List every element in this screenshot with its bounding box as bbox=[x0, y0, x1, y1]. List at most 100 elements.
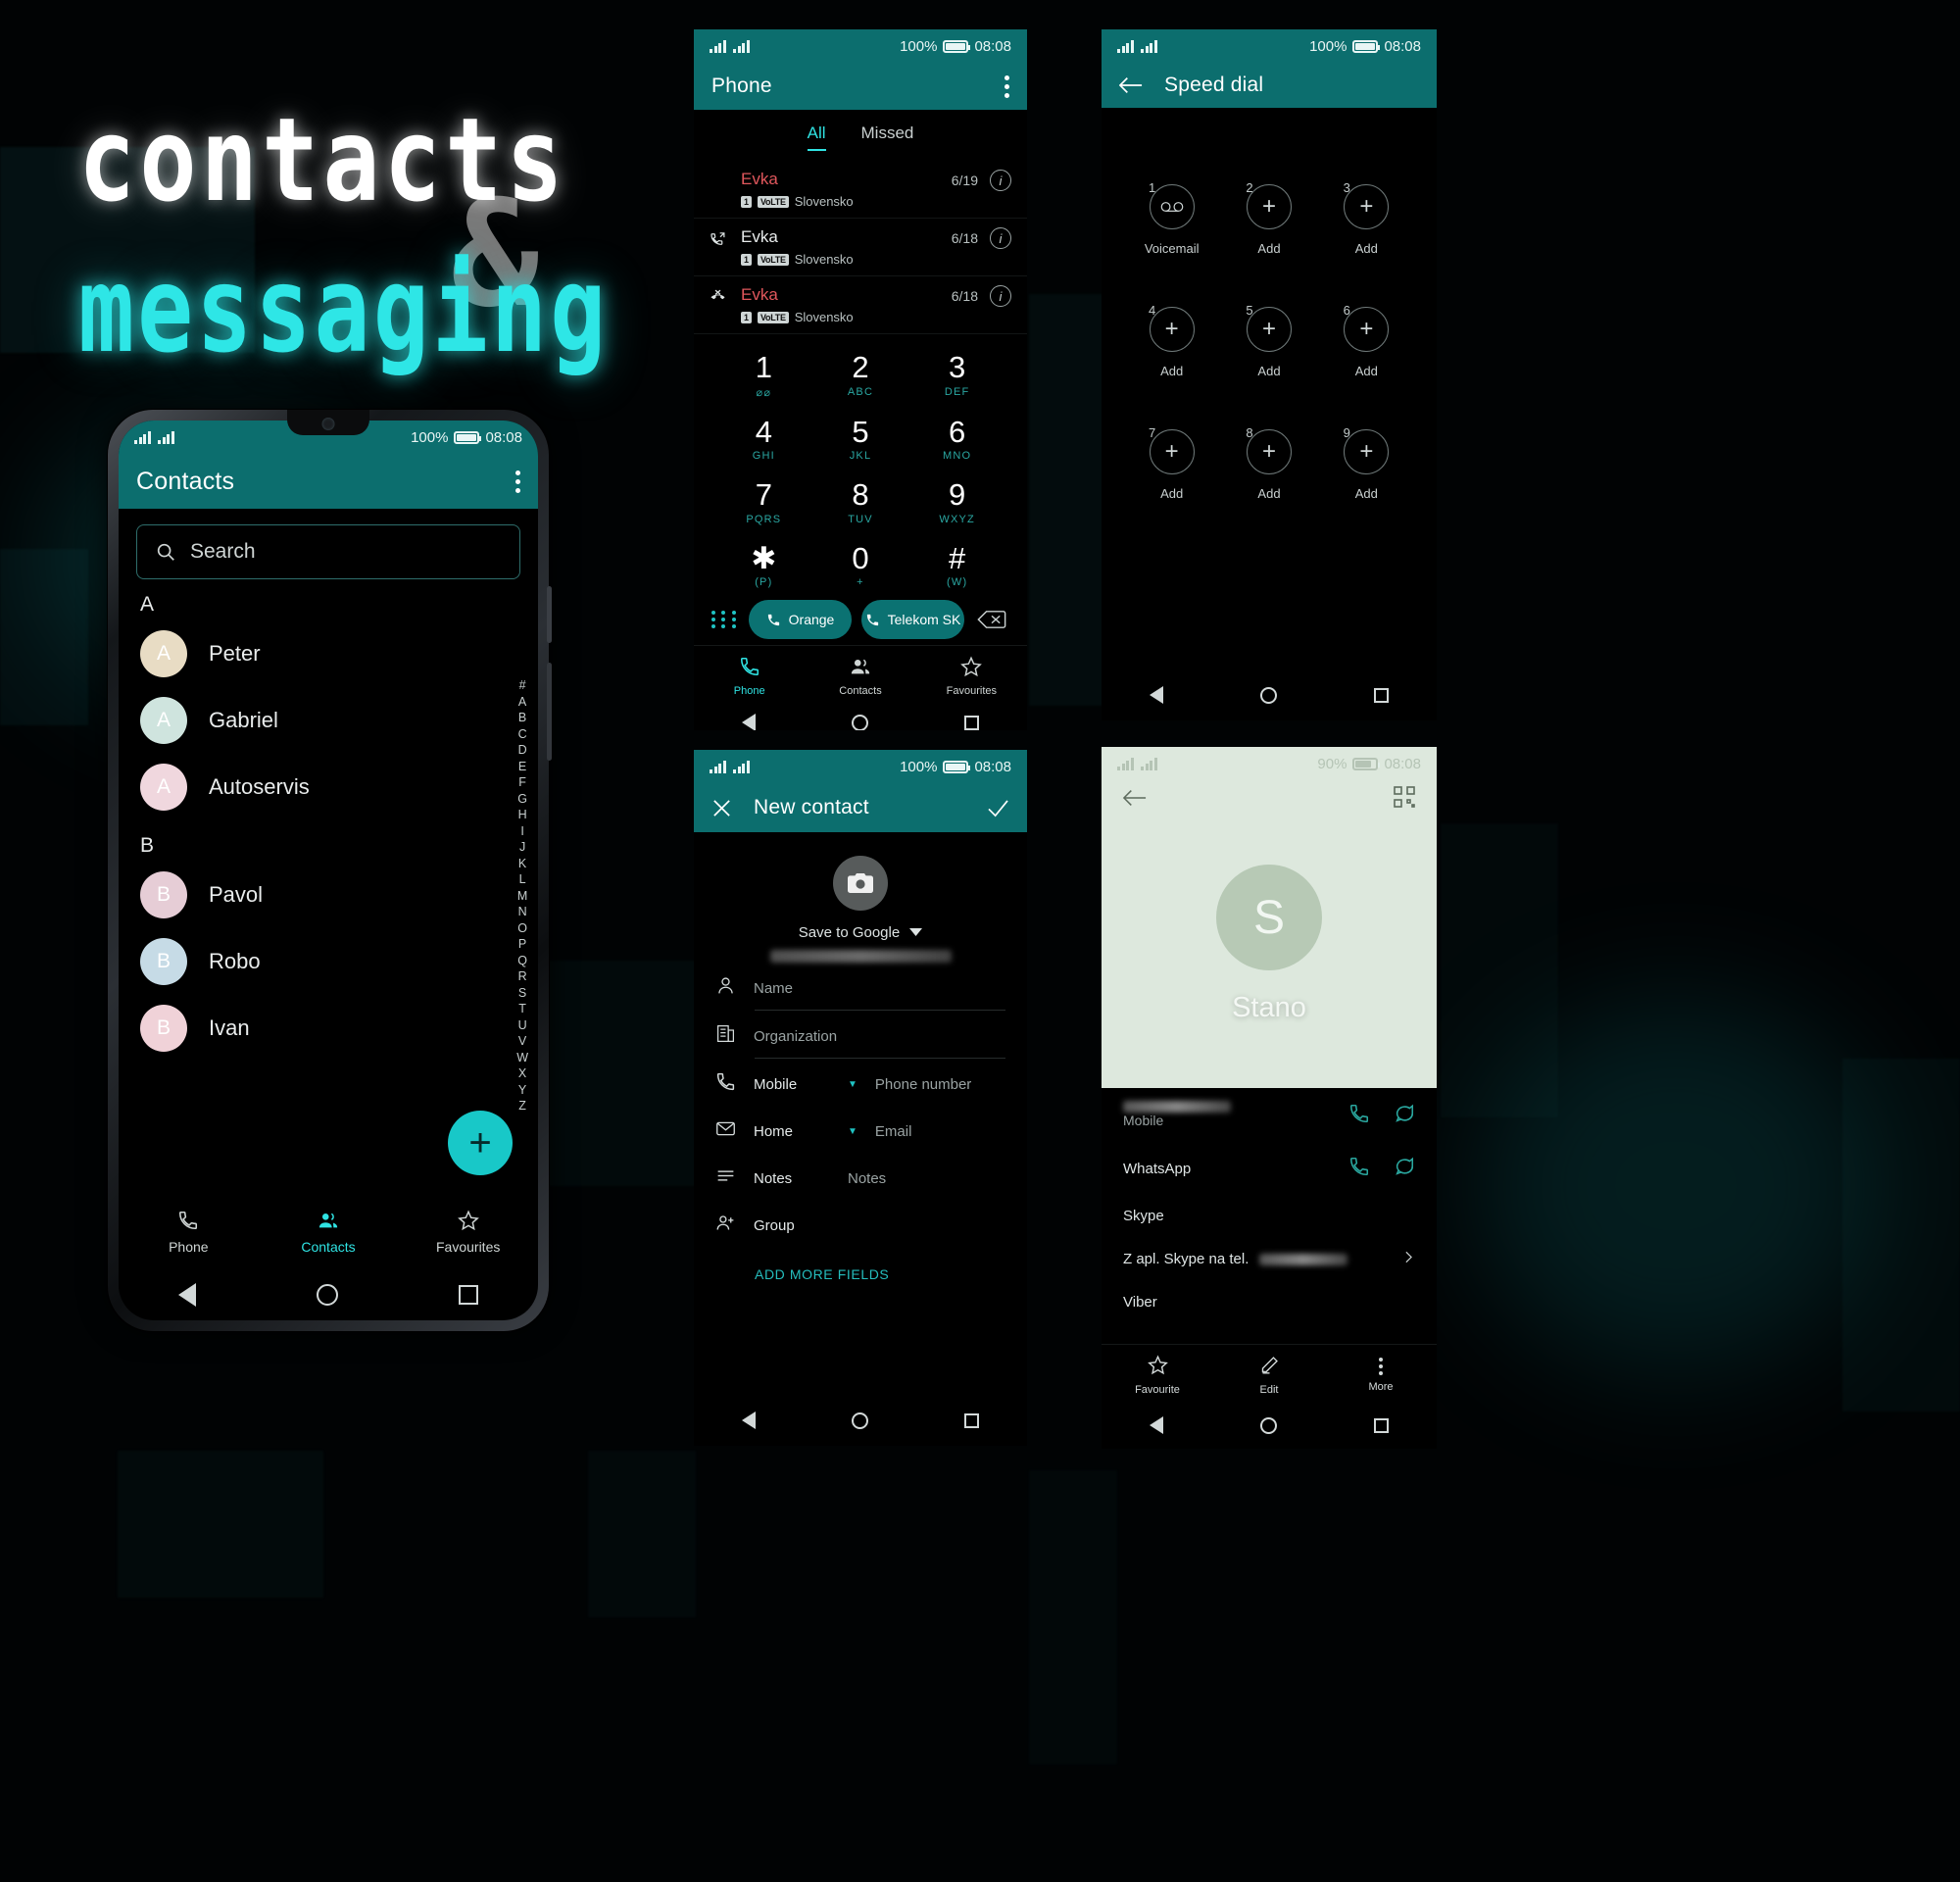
detail-row[interactable]: Z apl. Skype na tel. bbox=[1102, 1238, 1437, 1281]
call-icon[interactable] bbox=[1348, 1156, 1370, 1182]
home-icon[interactable] bbox=[316, 1284, 338, 1306]
call-action-bar[interactable]: Orange Telekom SK bbox=[694, 592, 1027, 645]
dialpad[interactable]: 1 ⌀⌀ 2 ABC 3 DEF 4 GHI 5 JKL 6 MNO 7 PQRS 8 TUV… bbox=[694, 334, 1027, 592]
call-icon[interactable] bbox=[1348, 1103, 1370, 1129]
dialpad-key-4[interactable]: 4 GHI bbox=[715, 413, 812, 467]
save-account-selector[interactable]: Save to Google bbox=[694, 924, 1027, 941]
back-arrow-icon[interactable] bbox=[1122, 786, 1147, 814]
speed-dial-slot-3[interactable]: 3 + Add bbox=[1318, 180, 1415, 256]
alpha-index-letter[interactable]: T bbox=[518, 1001, 526, 1017]
field-row[interactable]: Group bbox=[694, 1200, 1027, 1247]
plus-icon[interactable]: + bbox=[1246, 307, 1292, 352]
add-more-fields-button[interactable]: ADD MORE FIELDS bbox=[694, 1247, 1027, 1282]
field-row[interactable]: Notes Notes bbox=[694, 1153, 1027, 1200]
call-log-row[interactable]: Evka 1 VoLTE Slovensko 6/18 i bbox=[694, 276, 1027, 334]
call-log-list[interactable]: Evka 1 VoLTE Slovensko 6/19 i Evka 1 VoL… bbox=[694, 161, 1027, 334]
alpha-index-letter[interactable]: P bbox=[518, 936, 526, 953]
alpha-index-letter[interactable]: O bbox=[517, 920, 527, 937]
alpha-index-letter[interactable]: R bbox=[518, 968, 527, 985]
alphabet-index[interactable]: # A B C D E F G H I J K L M N O P Q R S T U V W X Y Z bbox=[516, 677, 528, 1114]
call-button-orange[interactable]: Orange bbox=[749, 600, 852, 640]
back-icon[interactable] bbox=[742, 714, 756, 730]
detail-row[interactable]: Mobile bbox=[1102, 1088, 1437, 1143]
nav-item-contacts[interactable]: Contacts bbox=[805, 656, 915, 697]
contact-list-item[interactable]: A Autoservis bbox=[119, 754, 538, 820]
dialpad-key-5[interactable]: 5 JKL bbox=[812, 413, 909, 467]
speed-dial-slot-2[interactable]: 2 + Add bbox=[1220, 180, 1317, 256]
alpha-index-letter[interactable]: G bbox=[517, 791, 527, 808]
speed-dial-slot-9[interactable]: 9 + Add bbox=[1318, 425, 1415, 501]
contact-actions-bar[interactable]: Favourite Edit More bbox=[1102, 1344, 1437, 1402]
speed-dial-slot-8[interactable]: 8 + Add bbox=[1220, 425, 1317, 501]
alpha-index-letter[interactable]: Y bbox=[518, 1082, 526, 1099]
call-log-tabs[interactable]: All Missed bbox=[694, 110, 1027, 161]
back-icon[interactable] bbox=[178, 1283, 197, 1307]
field-row[interactable]: Mobile ▼ Phone number bbox=[694, 1059, 1027, 1106]
recents-icon[interactable] bbox=[1373, 687, 1389, 703]
dialpad-key-3[interactable]: 3 DEF bbox=[908, 348, 1005, 403]
alpha-index-letter[interactable]: Q bbox=[517, 953, 527, 969]
nav-item-contacts[interactable]: Contacts bbox=[259, 1210, 399, 1255]
alpha-index-letter[interactable]: I bbox=[520, 823, 523, 840]
contacts-list[interactable]: AA Peter A Gabriel A Autoservis B B Pavol B R… bbox=[119, 579, 538, 1062]
field-row[interactable]: Name bbox=[694, 963, 1027, 1010]
bottom-navigation[interactable]: Phone Contacts Favourites bbox=[694, 645, 1027, 703]
detail-row[interactable]: Skype bbox=[1102, 1195, 1437, 1238]
alpha-index-letter[interactable]: C bbox=[518, 726, 527, 743]
alpha-index-letter[interactable]: M bbox=[517, 888, 527, 905]
field-row[interactable]: Organization bbox=[694, 1011, 1027, 1058]
contact-list-item[interactable]: B Pavol bbox=[119, 862, 538, 928]
dialpad-key-✱[interactable]: ✱ (P) bbox=[715, 539, 812, 593]
alpha-index-letter[interactable]: Z bbox=[518, 1098, 526, 1114]
speed-dial-slot-7[interactable]: 7 + Add bbox=[1123, 425, 1220, 501]
plus-icon[interactable]: + bbox=[1344, 307, 1390, 352]
speed-dial-slot-6[interactable]: 6 + Add bbox=[1318, 303, 1415, 378]
alpha-index-letter[interactable]: A bbox=[518, 694, 526, 711]
detail-row[interactable]: WhatsApp bbox=[1102, 1143, 1437, 1195]
alpha-index-letter[interactable]: K bbox=[518, 856, 526, 872]
speed-dial-slot-5[interactable]: 5 + Add bbox=[1220, 303, 1317, 378]
alpha-index-letter[interactable]: E bbox=[518, 759, 526, 775]
system-navigation-bar[interactable] bbox=[119, 1269, 538, 1320]
dialpad-key-7[interactable]: 7 PQRS bbox=[715, 475, 812, 529]
back-icon[interactable] bbox=[742, 1412, 756, 1429]
alpha-index-letter[interactable]: N bbox=[518, 904, 527, 920]
alpha-index-letter[interactable]: S bbox=[518, 985, 526, 1002]
field-row[interactable]: Home ▼ Email bbox=[694, 1106, 1027, 1153]
recents-icon[interactable] bbox=[964, 1412, 979, 1428]
nav-item-phone[interactable]: Phone bbox=[119, 1210, 259, 1255]
new-contact-fields[interactable]: Name Organization Mobile ▼ Phone number … bbox=[694, 963, 1027, 1247]
close-icon[interactable] bbox=[711, 798, 732, 818]
dialpad-key-1[interactable]: 1 ⌀⌀ bbox=[715, 348, 812, 403]
dialpad-key-2[interactable]: 2 ABC bbox=[812, 348, 909, 403]
dialpad-key-#[interactable]: # (W) bbox=[908, 539, 1005, 593]
save-check-icon[interactable] bbox=[987, 799, 1009, 817]
voicemail-icon[interactable] bbox=[1149, 184, 1195, 229]
system-navigation-bar[interactable] bbox=[1102, 675, 1437, 715]
tab-all[interactable]: All bbox=[807, 124, 826, 151]
home-icon[interactable] bbox=[852, 714, 868, 730]
alpha-index-letter[interactable]: V bbox=[518, 1033, 526, 1050]
bottom-navigation[interactable]: Phone Contacts Favourites bbox=[119, 1195, 538, 1269]
keypad-icon[interactable] bbox=[711, 611, 739, 629]
search-input[interactable]: Search bbox=[136, 524, 520, 579]
tab-missed[interactable]: Missed bbox=[861, 124, 914, 151]
recents-icon[interactable] bbox=[964, 715, 979, 730]
alpha-index-letter[interactable]: J bbox=[519, 839, 525, 856]
dialpad-key-0[interactable]: 0 + bbox=[812, 539, 909, 593]
plus-icon[interactable]: + bbox=[1149, 307, 1195, 352]
action-favourite[interactable]: Favourite bbox=[1102, 1355, 1213, 1396]
nav-item-favourites[interactable]: Favourites bbox=[916, 656, 1027, 697]
dialpad-key-6[interactable]: 6 MNO bbox=[908, 413, 1005, 467]
home-icon[interactable] bbox=[1259, 1416, 1277, 1434]
contact-list-item[interactable]: A Gabriel bbox=[119, 687, 538, 754]
call-log-row[interactable]: Evka 1 VoLTE Slovensko 6/19 i bbox=[694, 161, 1027, 219]
chevron-down-icon[interactable]: ▼ bbox=[848, 1126, 858, 1137]
back-icon[interactable] bbox=[1150, 1416, 1164, 1434]
alpha-index-letter[interactable]: F bbox=[518, 774, 526, 791]
plus-icon[interactable]: + bbox=[1344, 184, 1390, 229]
contact-list-item[interactable]: B Robo bbox=[119, 928, 538, 995]
plus-icon[interactable]: + bbox=[1149, 429, 1195, 474]
call-log-row[interactable]: Evka 1 VoLTE Slovensko 6/18 i bbox=[694, 219, 1027, 276]
dialpad-key-9[interactable]: 9 WXYZ bbox=[908, 475, 1005, 529]
